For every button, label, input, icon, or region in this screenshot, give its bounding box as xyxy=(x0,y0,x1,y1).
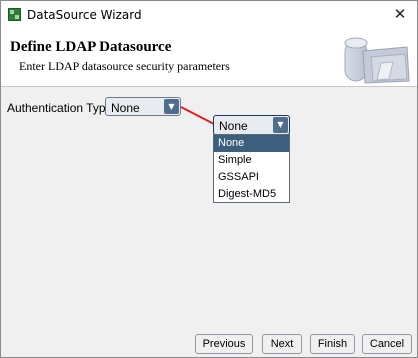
dropdown-option[interactable]: Simple xyxy=(214,152,289,169)
connector-line xyxy=(180,106,215,125)
dropdown-option[interactable]: None xyxy=(214,135,289,152)
finish-button[interactable]: Finish xyxy=(310,334,355,354)
previous-button[interactable]: Previous xyxy=(195,334,253,354)
dropdown-option[interactable]: GSSAPI xyxy=(214,169,289,186)
next-button[interactable]: Next xyxy=(262,334,302,354)
dropdown-value: None xyxy=(219,119,248,133)
cancel-button[interactable]: Cancel xyxy=(362,334,412,354)
chevron-down-icon[interactable]: ▼ xyxy=(273,117,288,133)
dropdown-list: None Simple GSSAPI Digest-MD5 xyxy=(213,134,290,203)
dropdown-option[interactable]: Digest-MD5 xyxy=(214,186,289,203)
wizard-window: DataSource Wizard ✕ Define LDAP Datasour… xyxy=(0,0,418,358)
auth-type-dropdown[interactable]: None ▼ xyxy=(213,115,290,135)
